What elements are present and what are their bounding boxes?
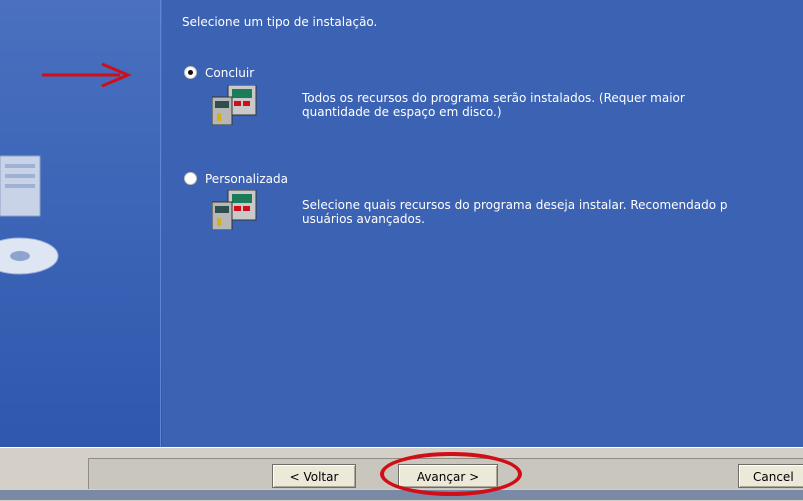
bottom-edge bbox=[0, 490, 803, 500]
option-personalizada-desc-line2: usuários avançados. bbox=[302, 212, 425, 226]
option-concluir-label[interactable]: Concluir bbox=[205, 66, 254, 80]
radio-personalizada[interactable] bbox=[184, 172, 197, 185]
setup-package-icon bbox=[212, 85, 257, 125]
next-button[interactable]: Avançar > bbox=[398, 464, 498, 488]
radio-concluir[interactable] bbox=[184, 66, 197, 79]
setup-package-icon bbox=[212, 190, 257, 230]
panel-divider bbox=[160, 0, 161, 447]
cancel-button[interactable]: Cancel bbox=[738, 464, 803, 488]
option-personalizada-label[interactable]: Personalizada bbox=[205, 172, 288, 186]
main-content: Selecione um tipo de instalação. Conclui… bbox=[162, 0, 803, 447]
option-personalizada-desc-line1: Selecione quais recursos do programa des… bbox=[302, 198, 728, 212]
red-arrow-annotation bbox=[42, 62, 132, 88]
back-button[interactable]: < Voltar bbox=[272, 464, 356, 488]
option-concluir-desc-line2: quantidade de espaço em disco.) bbox=[302, 105, 502, 119]
option-concluir-desc-line1: Todos os recursos do programa serão inst… bbox=[302, 91, 685, 105]
instruction-text: Selecione um tipo de instalação. bbox=[182, 15, 378, 29]
computer-cd-icon bbox=[0, 155, 59, 275]
left-graphic-panel bbox=[0, 0, 162, 447]
